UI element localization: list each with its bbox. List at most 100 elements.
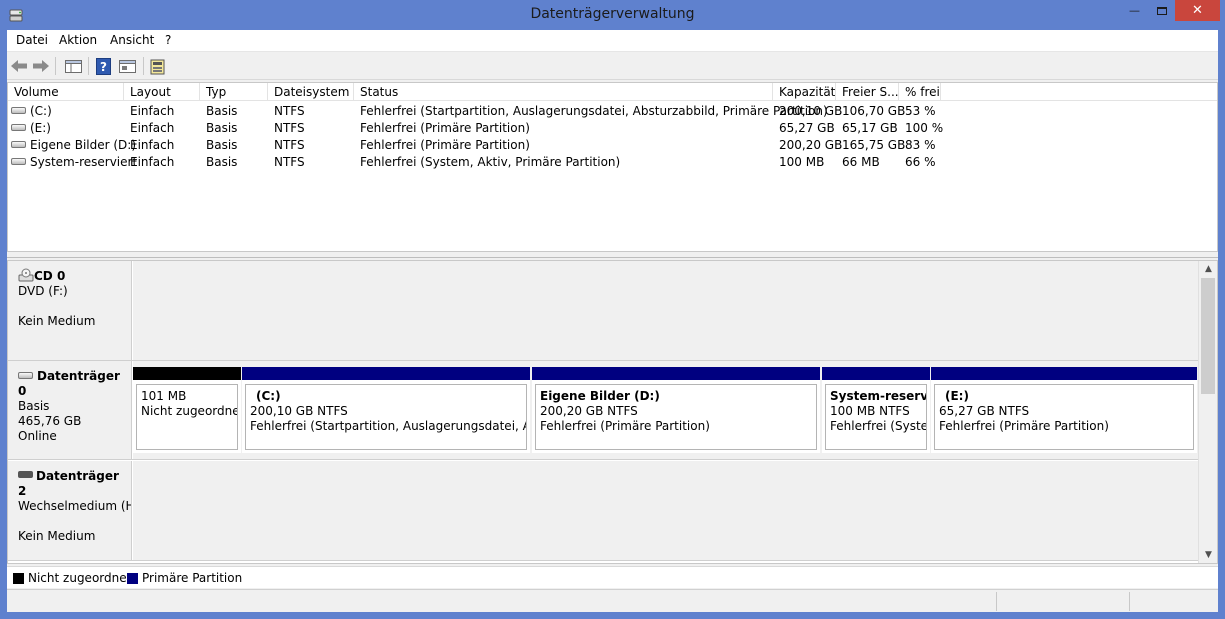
title-bar[interactable]: Datenträgerverwaltung — ✕ — [0, 0, 1225, 30]
menu-aktion[interactable]: Aktion — [59, 33, 97, 47]
disk-settings-icon[interactable] — [148, 56, 168, 76]
table-row[interactable]: (E:) Einfach Basis NTFS Fehlerfrei (Prim… — [8, 120, 1217, 137]
volume-cell: System-reserviert — [11, 155, 137, 169]
disk-area: 101 MB Nicht zugeordnet (C:) 200,10 GB N… — [133, 361, 1198, 459]
partition-status: Fehlerfrei (System — [830, 419, 926, 433]
console-tree-icon[interactable] — [63, 56, 83, 76]
partition-size: 100 MB NTFS — [830, 404, 910, 418]
partition-box: 101 MB Nicht zugeordnet — [136, 384, 238, 450]
pane-splitter[interactable] — [7, 252, 1218, 258]
table-row[interactable]: Eigene Bilder (D:) Einfach Basis NTFS Fe… — [8, 137, 1217, 154]
partition-color-bar — [532, 367, 820, 380]
disk-type: Wechselmedium (H — [18, 499, 131, 513]
capacity-cell: 65,27 GB — [779, 121, 835, 135]
forward-arrow-icon[interactable] — [31, 56, 51, 76]
partition-system-reserved[interactable]: System-reservie 100 MB NTFS Fehlerfrei (… — [822, 367, 930, 453]
volume-list[interactable]: Volume Layout Typ Dateisystem Status Kap… — [7, 82, 1218, 252]
free-space-cell: 66 MB — [842, 155, 880, 169]
percent-free-cell: 66 % — [905, 155, 936, 169]
scroll-down-icon[interactable]: ▼ — [1199, 547, 1217, 563]
disk-row-datentraeger0[interactable]: Datenträger 0 Basis 465,76 GB Online 101… — [8, 361, 1198, 460]
scroll-up-icon[interactable]: ▲ — [1199, 261, 1217, 277]
help-icon[interactable]: ? — [93, 56, 113, 76]
layout-cell: Einfach — [130, 121, 175, 135]
free-space-cell: 165,75 GB — [842, 138, 906, 152]
partition-box: (E:) 65,27 GB NTFS Fehlerfrei (Primäre P… — [934, 384, 1194, 450]
partition-box: (C:) 200,10 GB NTFS Fehlerfrei (Startpar… — [245, 384, 527, 450]
disk-size — [18, 514, 131, 529]
column-header-volume[interactable]: Volume — [8, 83, 124, 101]
disk-size: 465,76 GB — [18, 414, 82, 428]
maximize-icon — [1156, 6, 1167, 15]
column-header-freier-speicher[interactable]: Freier S... — [836, 83, 899, 101]
capacity-cell: 100 MB — [779, 155, 825, 169]
partition-size: 200,10 GB NTFS — [250, 404, 348, 418]
toolbar: ? — [7, 52, 1218, 80]
volume-list-header: Volume Layout Typ Dateisystem Status Kap… — [8, 83, 1217, 101]
column-header-dateisystem[interactable]: Dateisystem — [268, 83, 354, 101]
partition-status: Fehlerfrei (Startpartition, Auslagerungs… — [250, 419, 526, 433]
status-cell: Fehlerfrei (Startpartition, Auslagerungs… — [360, 104, 828, 118]
legend-swatch — [127, 572, 138, 584]
properties-icon[interactable] — [117, 56, 137, 76]
partition-title: (E:) — [945, 389, 969, 403]
typ-cell: Basis — [206, 155, 238, 169]
typ-cell: Basis — [206, 104, 238, 118]
volume-cell: (C:) — [11, 104, 52, 118]
free-space-cell: 106,70 GB — [842, 104, 906, 118]
column-header-kapazitaet[interactable]: Kapazität — [773, 83, 836, 101]
partition-color-bar — [931, 367, 1197, 380]
volume-name: Eigene Bilder (D:) — [30, 138, 137, 152]
legend-label: Primäre Partition — [142, 571, 243, 585]
column-header-status[interactable]: Status — [354, 83, 773, 101]
menu-datei[interactable]: Datei — [16, 33, 48, 47]
disk-row-datentraeger2[interactable]: Datenträger 2 Wechselmedium (H Kein Medi… — [8, 461, 1198, 561]
column-header-typ[interactable]: Typ — [200, 83, 268, 101]
partition-unallocated[interactable]: 101 MB Nicht zugeordnet — [133, 367, 241, 453]
close-button[interactable]: ✕ — [1175, 0, 1220, 21]
disk-label[interactable]: Datenträger 2 Wechselmedium (H Kein Medi… — [8, 461, 132, 560]
disk-row-cd0[interactable]: CD 0 DVD (F:) Kein Medium — [8, 261, 1198, 361]
vertical-scrollbar[interactable]: ▲ ▼ — [1198, 261, 1217, 563]
legend-item-unallocated: Nicht zugeordnet — [13, 571, 131, 585]
partition-title: Eigene Bilder (D:) — [540, 389, 660, 403]
svg-text:?: ? — [100, 60, 107, 74]
disk-area — [133, 461, 1198, 560]
partition-color-bar — [822, 367, 930, 380]
partition-d[interactable]: Eigene Bilder (D:) 200,20 GB NTFS Fehler… — [532, 367, 820, 453]
partition-e[interactable]: (E:) 65,27 GB NTFS Fehlerfrei (Primäre P… — [931, 367, 1197, 453]
status-bar-separator — [1129, 592, 1130, 611]
disk-name: CD 0 — [34, 269, 66, 283]
window: Datenträgerverwaltung — ✕ Datei Aktion A… — [0, 0, 1225, 619]
free-space-cell: 65,17 GB — [842, 121, 898, 135]
partition-box: System-reservie 100 MB NTFS Fehlerfrei (… — [825, 384, 927, 450]
hard-drive-icon — [11, 158, 26, 165]
maximize-button[interactable] — [1148, 0, 1175, 21]
capacity-cell: 200,20 GB — [779, 138, 843, 152]
scrollbar-thumb[interactable] — [1201, 278, 1215, 394]
table-row[interactable]: System-reserviert Einfach Basis NTFS Feh… — [8, 154, 1217, 171]
volume-name: (E:) — [30, 121, 51, 135]
window-title: Datenträgerverwaltung — [530, 6, 695, 22]
menu-help[interactable]: ? — [165, 33, 171, 47]
status-bar-separator — [996, 592, 997, 611]
table-row[interactable]: (C:) Einfach Basis NTFS Fehlerfrei (Star… — [8, 103, 1217, 120]
disk-label[interactable]: CD 0 DVD (F:) Kein Medium — [8, 261, 132, 360]
column-header-layout[interactable]: Layout — [124, 83, 200, 101]
column-header-prozent-frei[interactable]: % frei — [899, 83, 941, 101]
partition-status: Nicht zugeordnet — [141, 404, 238, 418]
disk-name: Datenträger 0 — [18, 369, 120, 398]
filesystem-cell: NTFS — [274, 104, 305, 118]
status-bar — [7, 589, 1218, 612]
back-arrow-icon[interactable] — [9, 56, 29, 76]
menu-ansicht[interactable]: Ansicht — [110, 33, 154, 47]
typ-cell: Basis — [206, 121, 238, 135]
disk-graphical-view: CD 0 DVD (F:) Kein Medium Datenträger 0 … — [7, 260, 1218, 564]
disk-state: Kein Medium — [18, 529, 96, 543]
partition-color-bar — [133, 367, 241, 380]
disk-label[interactable]: Datenträger 0 Basis 465,76 GB Online — [8, 361, 132, 459]
partition-title: (C:) — [256, 389, 281, 403]
close-icon: ✕ — [1192, 3, 1203, 18]
minimize-button[interactable]: — — [1121, 0, 1148, 21]
partition-c[interactable]: (C:) 200,10 GB NTFS Fehlerfrei (Startpar… — [242, 367, 530, 453]
